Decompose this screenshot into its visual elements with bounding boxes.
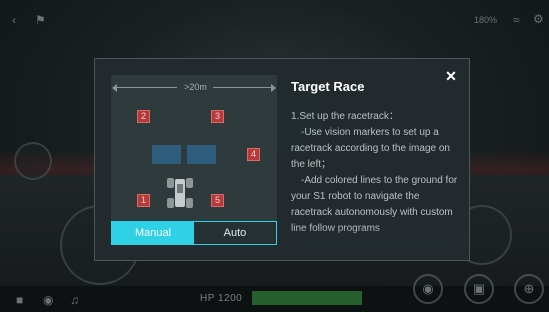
text-fade	[291, 227, 459, 247]
dialog-title: Target Race	[291, 79, 365, 94]
distance-line-right	[213, 87, 273, 88]
robot-wheel	[186, 178, 193, 188]
mode-tabs: Manual Auto	[111, 221, 277, 245]
close-icon[interactable]: ✕	[443, 68, 459, 84]
robot-wheel	[167, 198, 174, 208]
vision-marker-4: 4	[247, 148, 260, 161]
robot-wheel	[186, 198, 193, 208]
target-race-dialog: >20m 2 3 4 1 5 Manual Auto Target Race ✕…	[94, 58, 470, 261]
instruction-step-1: 1.Set up the racetrack：	[291, 111, 399, 122]
vision-marker-1: 1	[137, 194, 150, 207]
robot-wheel	[167, 178, 174, 188]
racetrack-illustration: >20m 2 3 4 1 5	[111, 75, 277, 245]
instruction-markers: -Use vision markers to set up a racetrac…	[291, 127, 450, 170]
distance-indicator: >20m	[111, 80, 277, 94]
robot-turret	[177, 184, 183, 193]
distance-arrow-left	[112, 84, 117, 92]
obstacle-block-right	[187, 145, 216, 164]
vision-marker-5: 5	[211, 194, 224, 207]
obstacle-block-left	[152, 145, 181, 164]
tab-manual[interactable]: Manual	[112, 222, 194, 244]
instructions-text: 1.Set up the racetrack： -Use vision mark…	[291, 109, 459, 245]
distance-arrow-right	[271, 84, 276, 92]
robot-icon	[167, 176, 193, 210]
tab-auto[interactable]: Auto	[194, 222, 276, 244]
distance-line-left	[115, 87, 177, 88]
distance-label: >20m	[184, 82, 207, 92]
vision-marker-2: 2	[137, 110, 150, 123]
vision-marker-3: 3	[211, 110, 224, 123]
